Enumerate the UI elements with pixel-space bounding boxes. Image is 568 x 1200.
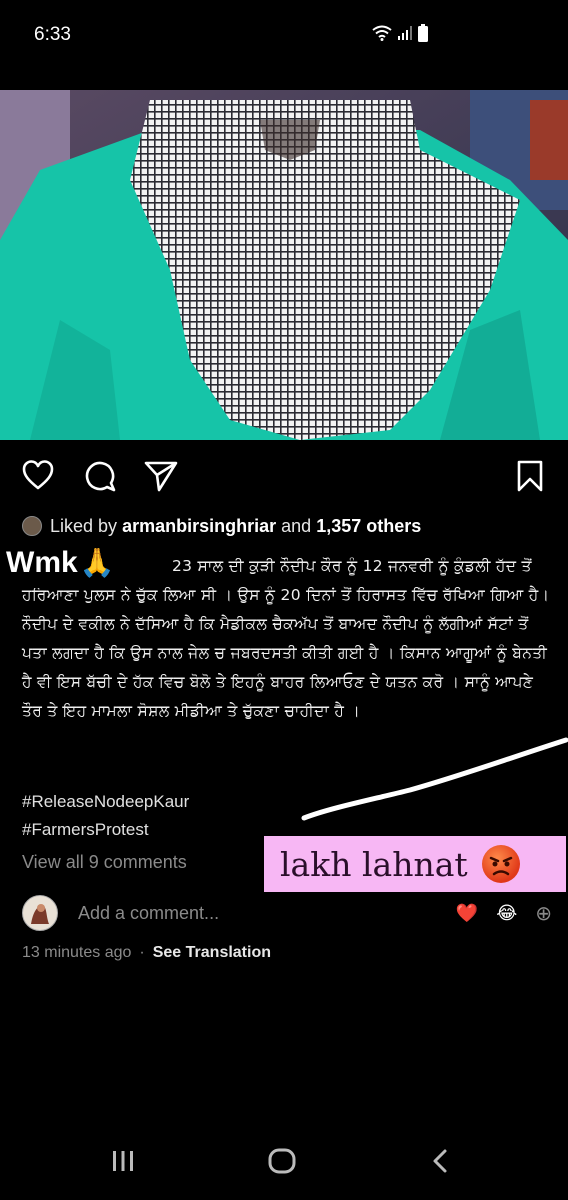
status-time: 6:33 xyxy=(34,24,71,45)
recent-apps-icon[interactable] xyxy=(110,1148,136,1174)
comment-icon[interactable] xyxy=(84,460,116,492)
post-action-row xyxy=(0,452,568,498)
sticker-text: lakh lahnat xyxy=(280,844,468,884)
liker-avatar xyxy=(22,516,42,536)
story-text-overlay: Wmk 🙏 xyxy=(0,538,125,588)
separator: · xyxy=(139,944,145,961)
liked-user[interactable]: armanbirsinghriar xyxy=(122,516,276,537)
hashtags: #ReleaseNodeepKaur #FarmersProtest xyxy=(22,788,189,844)
heart-icon[interactable] xyxy=(22,460,54,490)
folded-hands-emoji: 🙏 xyxy=(79,547,115,578)
current-user-avatar xyxy=(22,895,58,931)
add-comment-row: Add a comment... ❤️ 😂 ⊕ xyxy=(22,895,552,931)
hashtag-farmers-protest[interactable]: #FarmersProtest xyxy=(22,816,189,844)
post-photo[interactable] xyxy=(0,90,568,440)
story-sticker-lakh-lahnat: lakh lahnat xyxy=(264,836,566,892)
heart-emoji-reaction[interactable]: ❤️ xyxy=(456,903,478,924)
back-icon[interactable] xyxy=(430,1148,450,1174)
story-drawing-line xyxy=(301,737,568,821)
post-timestamp-row: 13 minutes ago · See Translation xyxy=(22,944,271,962)
wifi-icon xyxy=(372,25,392,41)
status-icons xyxy=(372,24,428,42)
post-timestamp: 13 minutes ago xyxy=(22,944,132,961)
see-translation-link[interactable]: See Translation xyxy=(153,944,271,962)
add-emoji-icon[interactable]: ⊕ xyxy=(535,901,552,926)
signal-icon xyxy=(398,26,412,40)
likes-summary[interactable]: Liked by armanbirsinghriar and 1,357 oth… xyxy=(22,513,421,539)
post-photo-image xyxy=(0,90,568,440)
home-icon[interactable] xyxy=(268,1148,296,1174)
bookmark-icon[interactable] xyxy=(517,460,543,492)
laughing-emoji-reaction[interactable]: 😂 xyxy=(496,903,517,924)
add-comment-input[interactable]: Add a comment... xyxy=(78,903,219,924)
view-all-comments-link[interactable]: View all 9 comments xyxy=(22,852,187,873)
liked-prefix: Liked by xyxy=(50,515,118,536)
send-icon[interactable] xyxy=(144,460,178,492)
angry-face-icon xyxy=(481,845,520,883)
hashtag-release-nodeep[interactable]: #ReleaseNodeepKaur xyxy=(22,788,189,816)
liked-and: and xyxy=(281,515,312,536)
wmk-text: Wmk xyxy=(6,546,78,579)
quick-reaction-emojis: ❤️ 😂 ⊕ xyxy=(456,901,552,926)
status-bar: 6:33 xyxy=(0,0,568,70)
battery-icon xyxy=(418,24,428,42)
system-nav-bar xyxy=(0,1130,568,1200)
liked-count[interactable]: 1,357 others xyxy=(316,516,421,537)
